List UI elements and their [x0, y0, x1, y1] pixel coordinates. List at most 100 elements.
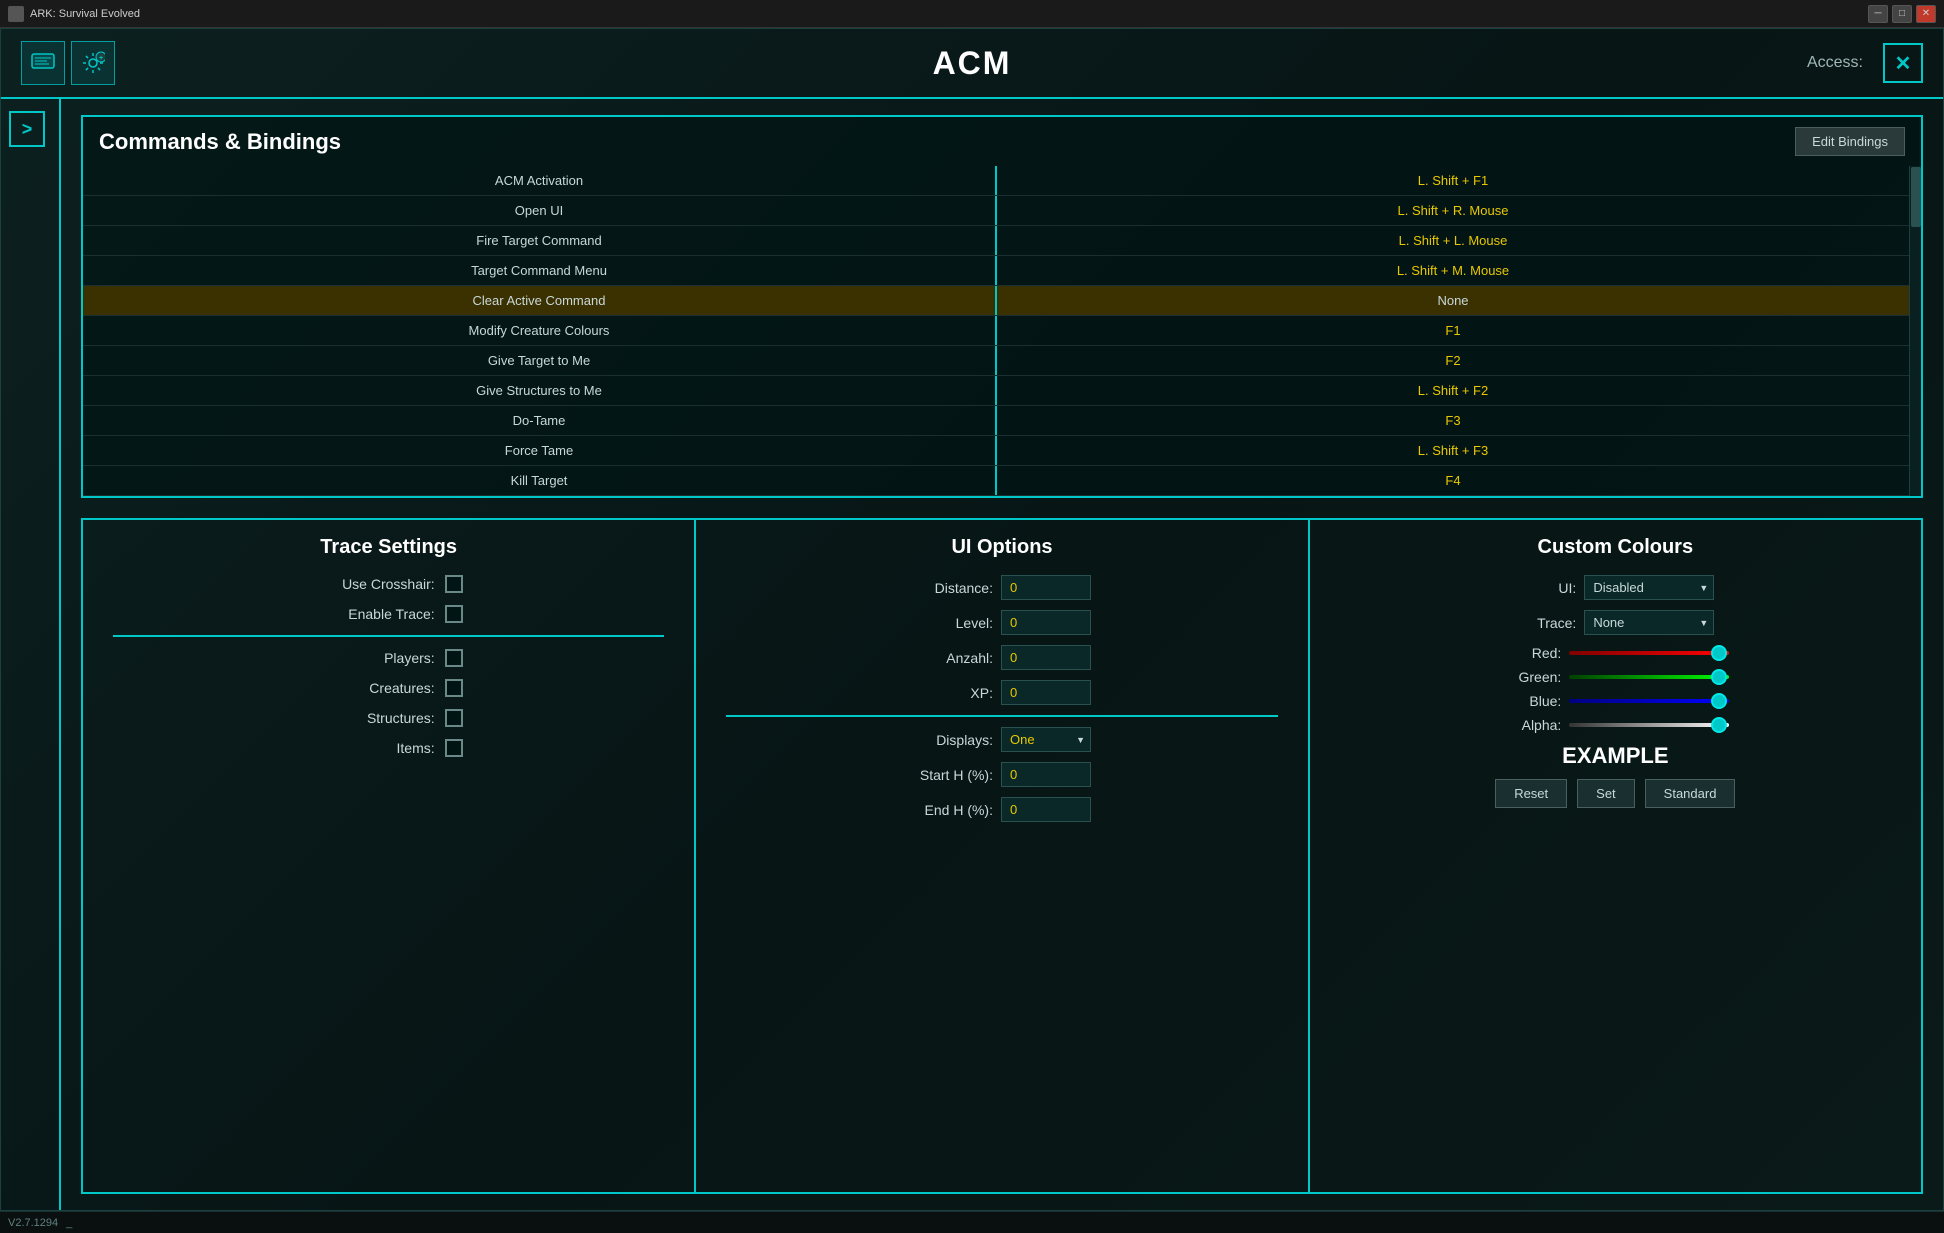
trace-colour-label: Trace:: [1516, 615, 1576, 631]
trace-divider: [113, 635, 664, 637]
blue-slider-row: Blue:: [1330, 693, 1901, 709]
items-label: Items:: [315, 740, 435, 756]
command-name: Target Command Menu: [83, 256, 997, 285]
red-slider-thumb[interactable]: [1711, 645, 1727, 661]
structures-checkbox[interactable]: [445, 709, 463, 727]
blue-slider-label: Blue:: [1501, 693, 1561, 709]
table-row[interactable]: Force Tame L. Shift + F3: [83, 436, 1909, 466]
table-row-highlighted[interactable]: Clear Active Command None: [83, 286, 1909, 316]
table-row[interactable]: Give Target to Me F2: [83, 346, 1909, 376]
bottom-sections: Trace Settings Use Crosshair: Enable Tra…: [81, 518, 1923, 1194]
command-name: Fire Target Command: [83, 226, 997, 255]
table-row[interactable]: Kill Target F4: [83, 466, 1909, 496]
red-slider[interactable]: [1569, 651, 1729, 655]
edit-bindings-button[interactable]: Edit Bindings: [1795, 127, 1905, 156]
colour-buttons: Reset Set Standard: [1330, 779, 1901, 808]
commands-title: Commands & Bindings: [99, 129, 341, 155]
alpha-slider-label: Alpha:: [1501, 717, 1561, 733]
trace-colour-select[interactable]: None White Custom: [1584, 610, 1714, 635]
start-h-input[interactable]: [1001, 762, 1091, 787]
displays-row: Displays: One Two Three: [716, 727, 1287, 752]
table-row[interactable]: Fire Target Command L. Shift + L. Mouse: [83, 226, 1909, 256]
enable-trace-label: Enable Trace:: [315, 606, 435, 622]
xp-row: XP:: [716, 680, 1287, 705]
anzahl-input[interactable]: [1001, 645, 1091, 670]
creatures-row: Creatures:: [103, 679, 674, 697]
table-row[interactable]: ACM Activation L. Shift + F1: [83, 166, 1909, 196]
xp-input[interactable]: [1001, 680, 1091, 705]
close-panel-button[interactable]: ✕: [1883, 43, 1923, 83]
standard-button[interactable]: Standard: [1645, 779, 1736, 808]
commands-table-container: ACM Activation L. Shift + F1 Open UI L. …: [83, 166, 1921, 496]
blue-slider-thumb[interactable]: [1711, 693, 1727, 709]
app-icon: [8, 6, 24, 22]
command-name: Give Structures to Me: [83, 376, 997, 405]
set-button[interactable]: Set: [1577, 779, 1635, 808]
commands-header: Commands & Bindings Edit Bindings: [83, 117, 1921, 166]
players-label: Players:: [315, 650, 435, 666]
chat-icon-button[interactable]: [21, 41, 65, 85]
scrollbar-track[interactable]: [1909, 166, 1921, 496]
expand-sidebar-button[interactable]: >: [9, 111, 45, 147]
blue-slider[interactable]: [1569, 699, 1729, 703]
use-crosshair-checkbox[interactable]: [445, 575, 463, 593]
creatures-checkbox[interactable]: [445, 679, 463, 697]
prompt-text: _: [66, 1217, 72, 1229]
ui-divider: [726, 715, 1277, 717]
distance-row: Distance:: [716, 575, 1287, 600]
items-row: Items:: [103, 739, 674, 757]
ui-options-section: UI Options Distance: Level: Anzahl:: [696, 520, 1309, 1192]
table-row[interactable]: Do-Tame F3: [83, 406, 1909, 436]
table-row[interactable]: Give Structures to Me L. Shift + F2: [83, 376, 1909, 406]
level-input[interactable]: [1001, 610, 1091, 635]
trace-colour-select-wrapper: None White Custom: [1584, 610, 1714, 635]
use-crosshair-row: Use Crosshair:: [103, 575, 674, 593]
minimize-button[interactable]: ─: [1868, 5, 1888, 23]
scrollbar-thumb[interactable]: [1911, 167, 1921, 227]
command-name: Kill Target: [83, 466, 997, 495]
level-row: Level:: [716, 610, 1287, 635]
table-row[interactable]: Open UI L. Shift + R. Mouse: [83, 196, 1909, 226]
level-label: Level:: [913, 615, 993, 631]
green-slider[interactable]: [1569, 675, 1729, 679]
creatures-label: Creatures:: [315, 680, 435, 696]
reset-button[interactable]: Reset: [1495, 779, 1567, 808]
command-name: Open UI: [83, 196, 997, 225]
start-h-row: Start H (%):: [716, 762, 1287, 787]
close-window-button[interactable]: ✕: [1916, 5, 1936, 23]
command-name: Give Target to Me: [83, 346, 997, 375]
key-binding: None: [997, 286, 1909, 315]
ui-colour-select[interactable]: Disabled Enabled: [1584, 575, 1714, 600]
app-title: ACM: [933, 45, 1012, 82]
main-container: + ACM Access: ✕ > Commands & Bindings Ed…: [0, 28, 1944, 1211]
displays-select[interactable]: One Two Three: [1001, 727, 1091, 752]
items-checkbox[interactable]: [445, 739, 463, 757]
use-crosshair-label: Use Crosshair:: [315, 576, 435, 592]
key-binding: L. Shift + M. Mouse: [997, 256, 1909, 285]
ui-colour-label: UI:: [1516, 580, 1576, 596]
title-bar: ARK: Survival Evolved ─ □ ✕: [0, 0, 1944, 28]
structures-label: Structures:: [315, 710, 435, 726]
maximize-button[interactable]: □: [1892, 5, 1912, 23]
ui-options-title: UI Options: [716, 536, 1287, 559]
key-binding: L. Shift + L. Mouse: [997, 226, 1909, 255]
table-row[interactable]: Modify Creature Colours F1: [83, 316, 1909, 346]
start-h-label: Start H (%):: [913, 767, 993, 783]
green-slider-thumb[interactable]: [1711, 669, 1727, 685]
content-area: > Commands & Bindings Edit Bindings ACM …: [1, 99, 1943, 1210]
access-label: Access:: [1807, 54, 1863, 72]
alpha-slider-thumb[interactable]: [1711, 717, 1727, 733]
commands-section: Commands & Bindings Edit Bindings ACM Ac…: [81, 115, 1923, 498]
settings-icon-button[interactable]: +: [71, 41, 115, 85]
commands-table: ACM Activation L. Shift + F1 Open UI L. …: [83, 166, 1909, 496]
table-row[interactable]: Target Command Menu L. Shift + M. Mouse: [83, 256, 1909, 286]
command-name: Modify Creature Colours: [83, 316, 997, 345]
enable-trace-checkbox[interactable]: [445, 605, 463, 623]
players-checkbox[interactable]: [445, 649, 463, 667]
key-binding: L. Shift + F1: [997, 166, 1909, 195]
trace-settings-title: Trace Settings: [103, 536, 674, 559]
distance-input[interactable]: [1001, 575, 1091, 600]
custom-colours-title: Custom Colours: [1330, 536, 1901, 559]
alpha-slider[interactable]: [1569, 723, 1729, 727]
end-h-input[interactable]: [1001, 797, 1091, 822]
